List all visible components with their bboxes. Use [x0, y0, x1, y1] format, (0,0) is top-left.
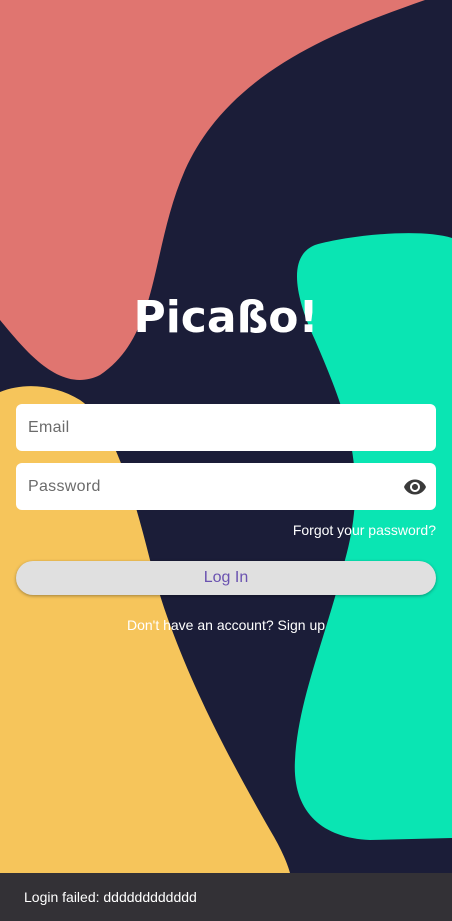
email-field[interactable] [16, 404, 436, 451]
snackbar-message: Login failed: dddddddddddd [24, 889, 197, 905]
signup-link[interactable]: Sign up [278, 617, 325, 633]
snackbar: Login failed: dddddddddddd [0, 873, 452, 921]
password-field[interactable] [16, 463, 436, 510]
signup-row: Don't have an account? Sign up [0, 617, 452, 633]
password-input[interactable] [28, 477, 402, 496]
eye-icon[interactable] [402, 474, 428, 500]
forgot-password-link[interactable]: Forgot your password? [293, 522, 436, 538]
signup-prompt: Don't have an account? [126, 617, 278, 633]
app-title: Picaßo! [133, 292, 319, 343]
login-button[interactable]: Log In [16, 561, 436, 595]
email-input[interactable] [28, 418, 424, 437]
background-blobs [0, 0, 452, 873]
